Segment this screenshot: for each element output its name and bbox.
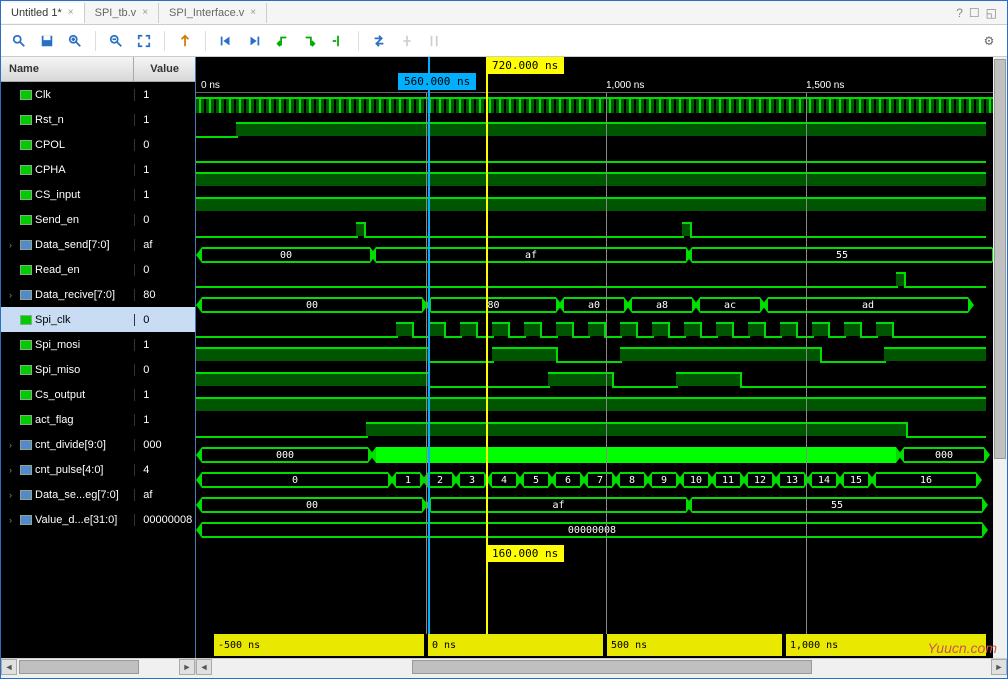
bottom-ruler: -500 ns0 ns500 ns1,000 ns — [196, 634, 1007, 658]
signal-name: Spi_clk — [35, 314, 70, 326]
signal-row[interactable]: Rst_n 1 — [1, 107, 195, 132]
signal-name: cnt_pulse[4:0] — [35, 464, 104, 476]
signal-row[interactable]: act_flag 1 — [1, 407, 195, 432]
scroll-left-icon[interactable]: ◄ — [196, 659, 212, 675]
signal-value: 4 — [134, 464, 195, 476]
signal-value: 1 — [134, 339, 195, 351]
waveform-area[interactable]: 0 ns500 ns1,000 ns1,500 ns 720.000 ns 56… — [196, 57, 1007, 658]
signal-name: CPOL — [35, 139, 65, 151]
signal-value: 0 — [134, 364, 195, 376]
signal-row[interactable]: ›cnt_pulse[4:0]4 — [1, 457, 195, 482]
signal-name: Send_en — [35, 214, 79, 226]
scroll-left-icon[interactable]: ◄ — [1, 659, 17, 675]
signal-value: 1 — [134, 189, 195, 201]
signal-value: 0 — [134, 139, 195, 151]
help-icon[interactable]: ? — [956, 6, 963, 20]
zoom-in-icon[interactable] — [67, 33, 83, 49]
signal-value: 1 — [134, 164, 195, 176]
tab-bar: Untitled 1*× SPI_tb.v× SPI_Interface.v× … — [1, 1, 1007, 25]
signal-sidebar: Name Value Clk 1 Rst_n 1 CPOL 0 CPHA 1 CS_input 1… — [1, 57, 196, 658]
value-column-header[interactable]: Value — [134, 57, 195, 81]
signal-row[interactable]: ›Value_d...e[31:0]00000008 — [1, 507, 195, 532]
signal-row[interactable]: CPOL 0 — [1, 132, 195, 157]
signal-name: Clk — [35, 89, 51, 101]
tab-spi-interface[interactable]: SPI_Interface.v× — [159, 3, 267, 23]
scroll-right-icon[interactable]: ► — [179, 659, 195, 675]
prev-transition-icon[interactable] — [274, 33, 290, 49]
signal-value: af — [134, 239, 195, 251]
signal-name: Cs_output — [35, 389, 85, 401]
signal-value: 00000008 — [134, 514, 195, 526]
signal-row[interactable]: Spi_clk 0 — [1, 307, 195, 332]
go-to-cursor-icon[interactable] — [177, 33, 193, 49]
vertical-scrollbar[interactable] — [993, 57, 1007, 658]
marker-list-icon[interactable] — [427, 33, 443, 49]
signal-value: 1 — [134, 389, 195, 401]
main-cursor-label: 720.000 ns — [486, 57, 564, 74]
signal-name: Read_en — [35, 264, 80, 276]
signal-value: af — [134, 489, 195, 501]
signal-row[interactable]: CS_input 1 — [1, 182, 195, 207]
signal-name: Data_recive[7:0] — [35, 289, 115, 301]
close-icon[interactable]: × — [142, 7, 148, 18]
toolbar: ⚙ — [1, 25, 1007, 57]
signal-row[interactable]: ›Data_se...eg[7:0]af — [1, 482, 195, 507]
signal-row[interactable]: Read_en 0 — [1, 257, 195, 282]
signal-name: Data_send[7:0] — [35, 239, 110, 251]
signal-value: 80 — [134, 289, 195, 301]
go-to-end-icon[interactable] — [246, 33, 262, 49]
time-ruler: 0 ns500 ns1,000 ns1,500 ns — [196, 57, 1007, 93]
signal-value: 0 — [134, 264, 195, 276]
tab-untitled[interactable]: Untitled 1*× — [1, 3, 85, 23]
signal-value: 1 — [134, 89, 195, 101]
settings-icon[interactable]: ⚙ — [981, 33, 997, 49]
scroll-right-icon[interactable]: ► — [991, 659, 1007, 675]
signal-name: cnt_divide[9:0] — [35, 439, 106, 451]
signal-row[interactable]: ›Data_recive[7:0]80 — [1, 282, 195, 307]
maximize-icon[interactable]: ☐ — [969, 6, 980, 20]
signal-name: CS_input — [35, 189, 80, 201]
go-to-start-icon[interactable] — [218, 33, 234, 49]
search-icon[interactable] — [11, 33, 27, 49]
signal-row[interactable]: Spi_mosi 1 — [1, 332, 195, 357]
remove-marker-icon[interactable] — [399, 33, 415, 49]
horizontal-scrollbar[interactable]: ◄ ► ◄ ► — [1, 658, 1007, 674]
save-icon[interactable] — [39, 33, 55, 49]
signal-row[interactable]: Cs_output 1 — [1, 382, 195, 407]
next-transition-icon[interactable] — [302, 33, 318, 49]
signal-name: Rst_n — [35, 114, 64, 126]
name-column-header[interactable]: Name — [1, 57, 134, 81]
signal-row[interactable]: CPHA 1 — [1, 157, 195, 182]
signal-row[interactable]: Spi_miso 0 — [1, 357, 195, 382]
signal-name: CPHA — [35, 164, 66, 176]
signal-name: Spi_mosi — [35, 339, 80, 351]
signal-value: 0 — [134, 214, 195, 226]
watermark: Yuucn.com — [927, 640, 997, 656]
swap-icon[interactable] — [371, 33, 387, 49]
signal-row[interactable]: ›cnt_divide[9:0]000 — [1, 432, 195, 457]
signal-row[interactable]: ›Data_send[7:0]af — [1, 232, 195, 257]
signal-row[interactable]: Send_en 0 — [1, 207, 195, 232]
zoom-out-icon[interactable] — [108, 33, 124, 49]
diff-cursor-label: 160.000 ns — [486, 545, 564, 562]
secondary-cursor-label: 560.000 ns — [398, 73, 476, 90]
restore-icon[interactable]: ◱ — [986, 6, 997, 20]
signal-list: Clk1Rst_n1CPOL0CPHA1CS_input1Send_en0›Da… — [1, 82, 195, 658]
signal-row[interactable]: Clk 1 — [1, 82, 195, 107]
signal-value: 000 — [134, 439, 195, 451]
zoom-fit-icon[interactable] — [136, 33, 152, 49]
signal-value: 1 — [134, 114, 195, 126]
add-marker-icon[interactable] — [330, 33, 346, 49]
close-icon[interactable]: × — [68, 7, 74, 18]
signal-name: act_flag — [35, 414, 74, 426]
close-icon[interactable]: × — [250, 7, 256, 18]
signal-name: Value_d...e[31:0] — [35, 514, 117, 526]
tab-spi-tb[interactable]: SPI_tb.v× — [85, 3, 159, 23]
signal-name: Data_se...eg[7:0] — [35, 489, 119, 501]
signal-value: 0 — [134, 314, 195, 326]
signal-value: 1 — [134, 414, 195, 426]
signal-name: Spi_miso — [35, 364, 80, 376]
secondary-cursor[interactable] — [428, 57, 430, 634]
